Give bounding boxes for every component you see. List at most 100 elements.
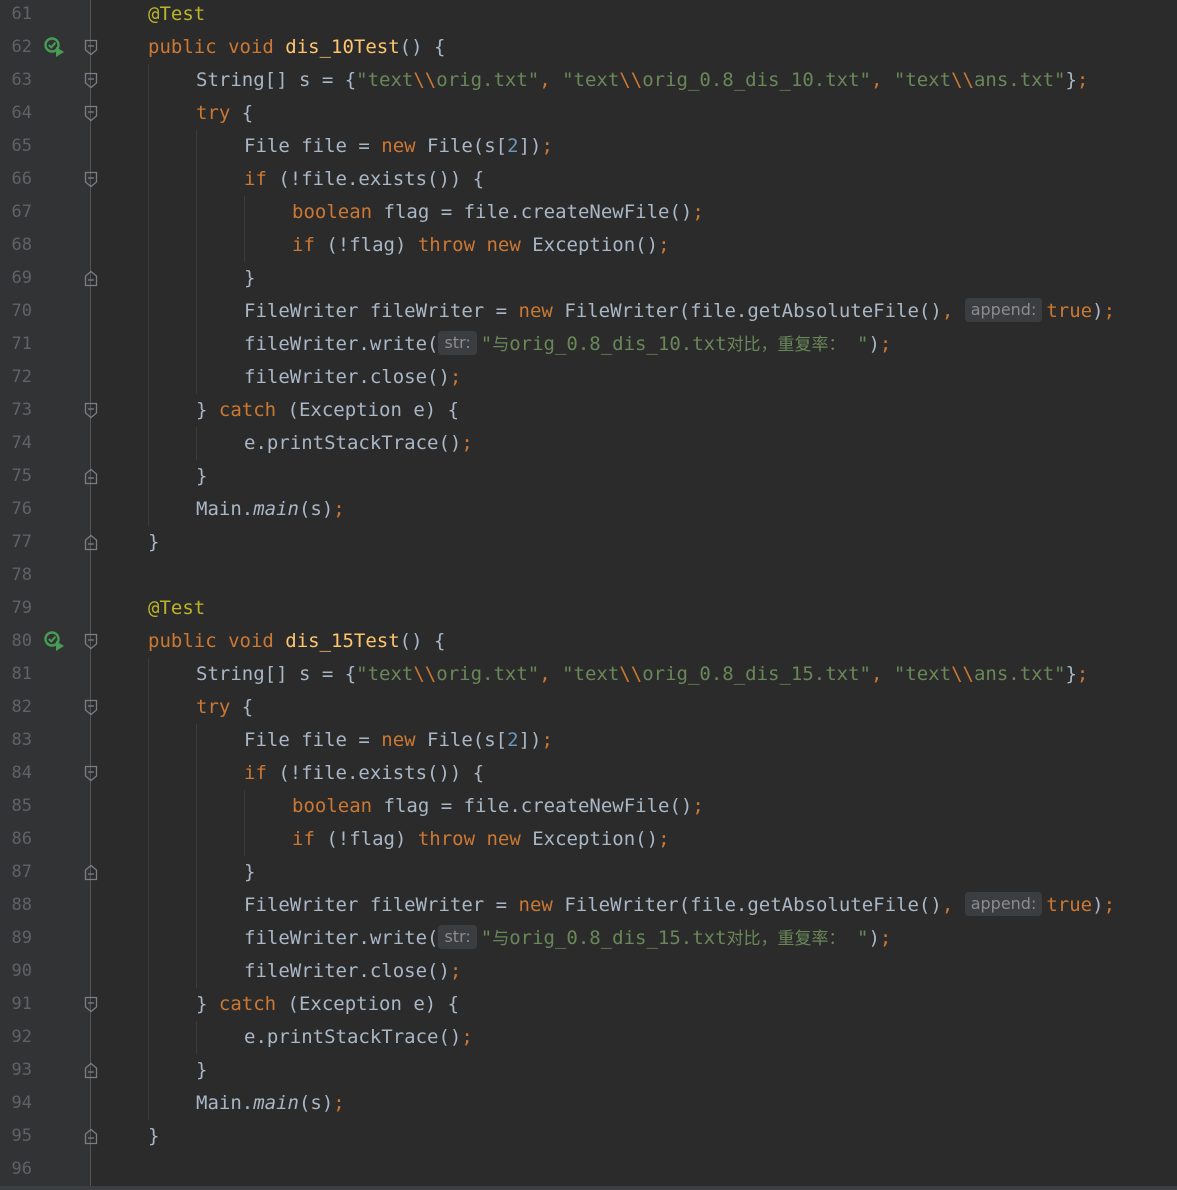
code-text[interactable]: File file = new File(s[2]); <box>244 724 553 757</box>
line-number: 76 <box>11 499 32 519</box>
run-test-icon[interactable] <box>44 37 66 59</box>
code-text[interactable]: File file = new File(s[2]); <box>244 130 553 163</box>
fold-open-icon[interactable] <box>84 171 98 188</box>
code-editor[interactable]: 61 @Test 62 public void dis_10Test() {63 Str… <box>0 0 1177 1190</box>
code-token: fileWriter.write( <box>244 927 439 949</box>
fold-open-icon[interactable] <box>84 72 98 89</box>
fold-close-icon[interactable] <box>84 1062 98 1079</box>
code-text[interactable]: e.printStackTrace(); <box>244 427 473 460</box>
code-token: } <box>196 993 219 1015</box>
run-test-icon[interactable] <box>44 631 66 653</box>
editor-bottom-edge <box>0 1186 1177 1190</box>
line-number: 79 <box>11 598 32 618</box>
code-text[interactable]: String[] s = {"text\\orig.txt", "text\\o… <box>196 64 1088 97</box>
fold-open-icon[interactable] <box>84 765 98 782</box>
fold-open-icon[interactable] <box>84 105 98 122</box>
fold-close-icon[interactable] <box>84 1128 98 1145</box>
code-line[interactable]: 69} <box>0 262 1177 295</box>
code-token: (s) <box>298 1092 334 1114</box>
code-text[interactable]: if (!file.exists()) { <box>244 757 484 790</box>
code-text[interactable]: e.printStackTrace(); <box>244 1021 473 1054</box>
code-text[interactable]: } <box>244 262 255 295</box>
code-text[interactable]: if (!file.exists()) { <box>244 163 484 196</box>
code-token: public <box>148 630 229 652</box>
code-text[interactable]: } catch (Exception e) { <box>196 394 459 427</box>
code-token: ; <box>461 432 473 454</box>
code-line[interactable]: 61 @Test <box>0 0 1177 31</box>
code-token: (!file.exists()) { <box>278 168 485 190</box>
code-line[interactable]: 62 public void dis_10Test() { <box>0 31 1177 64</box>
code-line[interactable]: 84 if (!file.exists()) { <box>0 757 1177 790</box>
code-line[interactable]: 63 String[] s = {"text\\orig.txt", "text\… <box>0 64 1177 97</box>
code-text[interactable]: boolean flag = file.createNewFile(); <box>292 196 704 229</box>
code-text[interactable]: try { <box>196 691 253 724</box>
code-line[interactable]: 65 File file = new File(s[2]); <box>0 130 1177 163</box>
line-number: 61 <box>11 4 32 24</box>
code-text[interactable]: fileWriter.close(); <box>244 361 461 394</box>
code-text[interactable]: fileWriter.write(str: "与orig_0.8_dis_15.t… <box>244 922 891 956</box>
code-text[interactable]: public void dis_15Test() { <box>148 625 445 658</box>
code-line[interactable]: 80 public void dis_15Test() { <box>0 625 1177 658</box>
code-text[interactable]: if (!flag) throw new Exception(); <box>292 229 670 262</box>
fold-close-icon[interactable] <box>84 468 98 485</box>
code-line[interactable]: 95} <box>0 1120 1177 1153</box>
code-line[interactable]: 64 try { <box>0 97 1177 130</box>
code-text[interactable]: @Test <box>148 0 205 31</box>
code-line[interactable]: 86 if (!flag) throw new Exception(); <box>0 823 1177 856</box>
code-line[interactable]: 82 try { <box>0 691 1177 724</box>
code-line[interactable]: 88 FileWriter fileWriter = new FileWriter… <box>0 889 1177 922</box>
code-line[interactable]: 73} catch (Exception e) { <box>0 394 1177 427</box>
code-line[interactable]: 94 Main.main(s); <box>0 1087 1177 1120</box>
code-line[interactable]: 75} <box>0 460 1177 493</box>
code-line[interactable]: 77} <box>0 526 1177 559</box>
fold-open-icon[interactable] <box>84 402 98 419</box>
code-line[interactable]: 70 FileWriter fileWriter = new FileWriter… <box>0 295 1177 328</box>
code-line[interactable]: 79 @Test <box>0 592 1177 625</box>
code-text[interactable]: Main.main(s); <box>196 1087 345 1120</box>
fold-close-icon[interactable] <box>84 534 98 551</box>
code-line[interactable]: 87} <box>0 856 1177 889</box>
code-line[interactable]: 96 <box>0 1153 1177 1186</box>
code-text[interactable]: Main.main(s); <box>196 493 345 526</box>
line-number: 78 <box>11 565 32 585</box>
code-line[interactable]: 68 if (!flag) throw new Exception(); <box>0 229 1177 262</box>
code-text[interactable]: FileWriter fileWriter = new FileWriter(f… <box>244 295 1115 328</box>
code-text[interactable]: } <box>148 1120 159 1153</box>
code-line[interactable]: 83 File file = new File(s[2]); <box>0 724 1177 757</box>
fold-close-icon[interactable] <box>84 270 98 287</box>
code-text[interactable]: boolean flag = file.createNewFile(); <box>292 790 704 823</box>
fold-open-icon[interactable] <box>84 996 98 1013</box>
code-token: \\ <box>413 69 437 91</box>
fold-open-icon[interactable] <box>84 39 98 56</box>
code-line[interactable]: 74 e.printStackTrace(); <box>0 427 1177 460</box>
code-line[interactable]: 67 boolean flag = file.createNewFile(); <box>0 196 1177 229</box>
code-line[interactable]: 89 fileWriter.write(str: "与orig_0.8_dis_15… <box>0 922 1177 955</box>
code-text[interactable]: } <box>148 526 159 559</box>
fold-open-icon[interactable] <box>84 633 98 650</box>
code-line[interactable]: 92 e.printStackTrace(); <box>0 1021 1177 1054</box>
code-text[interactable]: if (!flag) throw new Exception(); <box>292 823 670 856</box>
code-line[interactable]: 93} <box>0 1054 1177 1087</box>
code-line[interactable]: 78 <box>0 559 1177 592</box>
code-text[interactable]: } <box>196 460 207 493</box>
code-line[interactable]: 66 if (!file.exists()) { <box>0 163 1177 196</box>
code-text[interactable]: try { <box>196 97 253 130</box>
code-text[interactable]: } catch (Exception e) { <box>196 988 459 1021</box>
fold-close-icon[interactable] <box>84 864 98 881</box>
code-text[interactable]: fileWriter.write(str: "与orig_0.8_dis_10.t… <box>244 328 891 362</box>
code-text[interactable]: String[] s = {"text\\orig.txt", "text\\o… <box>196 658 1088 691</box>
code-line[interactable]: 72 fileWriter.close(); <box>0 361 1177 394</box>
code-text[interactable]: FileWriter fileWriter = new FileWriter(f… <box>244 889 1115 922</box>
code-text[interactable]: } <box>196 1054 207 1087</box>
code-text[interactable]: @Test <box>148 592 205 625</box>
code-line[interactable]: 85 boolean flag = file.createNewFile(); <box>0 790 1177 823</box>
code-line[interactable]: 76 Main.main(s); <box>0 493 1177 526</box>
fold-open-icon[interactable] <box>84 699 98 716</box>
code-text[interactable]: public void dis_10Test() { <box>148 31 445 64</box>
code-line[interactable]: 90 fileWriter.close(); <box>0 955 1177 988</box>
code-line[interactable]: 71 fileWriter.write(str: "与orig_0.8_dis_10… <box>0 328 1177 361</box>
code-text[interactable]: } <box>244 856 255 889</box>
code-text[interactable]: fileWriter.close(); <box>244 955 461 988</box>
code-line[interactable]: 91} catch (Exception e) { <box>0 988 1177 1021</box>
code-line[interactable]: 81 String[] s = {"text\\orig.txt", "text\… <box>0 658 1177 691</box>
